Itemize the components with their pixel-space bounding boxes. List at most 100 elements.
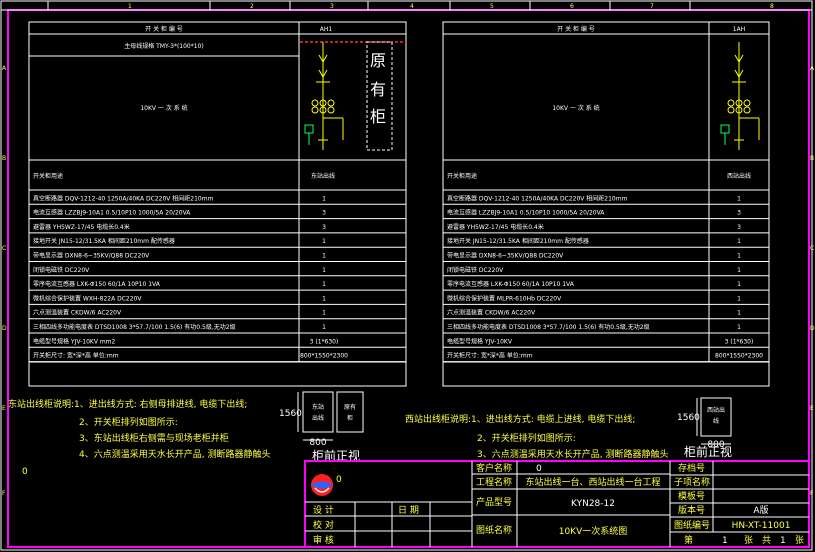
- component-qty: 1: [737, 324, 741, 331]
- component-qty: 1: [322, 195, 326, 202]
- right-usage-value: 西站出线: [727, 172, 751, 180]
- component-qty: 1: [737, 267, 741, 274]
- component-qty: 3 (1*630): [725, 338, 754, 345]
- component-item: 避雷器 YH5WZ-17/45 电缆长0.4米: [447, 223, 544, 231]
- ruler-num-7: 7: [650, 3, 654, 10]
- side-letter-d-right: D: [810, 325, 815, 332]
- drawing-label: 图纸名称: [476, 524, 512, 536]
- east-box1-line1: 东站: [312, 403, 324, 411]
- component-qty: 3: [737, 210, 741, 217]
- east-note-4: 4、六点测温采用天水长开产品, 测断路器静触头: [79, 448, 270, 460]
- side-letter-c: C: [2, 245, 6, 252]
- sheet-label-1: 第: [684, 534, 693, 546]
- west-box1-line2: 线: [713, 417, 719, 425]
- existing-cabinet-char-2: 有: [370, 80, 386, 99]
- customer-value: 0: [536, 464, 542, 474]
- right-system-label: 10KV 一 次 系 统: [552, 104, 599, 112]
- component-item: 带电显示器 DXN8-6~35KV/Q88 DC220V: [33, 252, 150, 260]
- west-notes: 西站出线柜说明:1、进出线方式: 电缆上进线, 电缆下出线; 2、开关柜排列如图…: [405, 413, 668, 460]
- customer-label: 客户名称: [476, 462, 512, 474]
- component-qty: 1: [737, 195, 741, 202]
- component-item: 开关柜尺寸: 宽*深*高 单位:mm: [447, 352, 533, 360]
- east-notes: 东站出线柜说明:1、进出线方式: 右侧母排进线, 电缆下出线; 2、开关柜排列如…: [8, 398, 270, 477]
- archive-label: 存档号: [678, 462, 705, 474]
- check-label: 校 对: [313, 519, 334, 531]
- busbar-spec: 主母线规格 TMY-3*(100*10): [124, 42, 203, 50]
- component-item: 零序电流互感器 LXK-Φ150 60/1A 10P10 1VA: [447, 280, 575, 288]
- component-item: 真空断路器 DQV-1212-40 1250A/40KA DC220V 相间距2…: [33, 194, 214, 202]
- component-qty: 3: [322, 210, 326, 217]
- side-letter-b-right: B: [810, 155, 814, 162]
- east-box2-line1: 原有: [344, 403, 356, 411]
- component-item: 零序电流互感器 LXK-Φ150 60/1A 10P10 1VA: [33, 280, 161, 288]
- component-qty: 1: [737, 281, 741, 288]
- right-cabinet-no: 1AH: [733, 26, 745, 33]
- subitem-label: 子项名称: [674, 476, 710, 488]
- component-qty: 1: [322, 324, 326, 331]
- top-ruler: 1 2 3 4 5 6 7 8: [1, 1, 812, 11]
- product-value: KYN28-12: [571, 499, 615, 509]
- side-letter-d: D: [2, 325, 7, 332]
- east-note-3: 3、东站出线柜右侧需与现场老柜并柜: [79, 432, 229, 444]
- west-layout-sketch: 1560 西站出 线 800 柜前正视: [677, 397, 732, 459]
- component-qty: 1: [322, 253, 326, 260]
- title-block: 0 客户名称 0 工程名称 东站出线一台、西站出线一台工程 产品型号 KYN28…: [304, 460, 810, 548]
- left-usage-label: 开关柜用途: [33, 172, 63, 180]
- ruler-num-6: 6: [570, 3, 574, 10]
- east-box1-line2: 出线: [312, 414, 324, 422]
- component-item: 闭锁电磁铁 DC220V: [447, 266, 504, 274]
- version-value: A版: [753, 504, 768, 516]
- component-qty: 1: [322, 310, 326, 317]
- side-letter-e-right: E: [810, 405, 814, 412]
- east-box2-line2: 柜: [347, 414, 353, 422]
- design-label: 设 计: [313, 504, 334, 516]
- review-label: 审 核: [313, 534, 334, 546]
- logo-text: 0: [336, 475, 342, 485]
- component-qty: 1: [737, 238, 741, 245]
- component-item: 电流互感器 LZZBJ9-10A1 0.5/10P10 1000/5A 20/2…: [33, 209, 191, 217]
- west-box1-line1: 西站出: [707, 406, 725, 414]
- component-item: 电流互感器 LZZBJ9-10A1 0.5/10P10 1000/5A 20/2…: [447, 209, 605, 217]
- east-note-2: 2、开关柜排列如图所示:: [79, 416, 178, 428]
- east-layout-sketch: 1560 东站 出线 原有 柜 800 柜前正视: [279, 391, 364, 463]
- sheet-unit-1: 张: [744, 535, 753, 546]
- component-item: 接地开关 JN15-12/31.5KA 相间距210mm 配传感器: [447, 237, 589, 245]
- ruler-num-2: 2: [250, 3, 254, 10]
- component-qty: 1: [322, 295, 326, 302]
- east-note-1: 东站出线柜说明:1、进出线方式: 右侧母排进线, 电缆下出线;: [8, 398, 247, 410]
- component-qty: 1: [322, 238, 326, 245]
- component-item: 真空断路器 DQV-1212-40 1250A/40KA DC220V 相间距2…: [447, 194, 628, 202]
- ruler-num-4: 4: [410, 3, 414, 10]
- west-depth: 1560: [677, 413, 700, 423]
- right-breaker-symbol: [720, 42, 760, 150]
- component-item: 微机综合保护装置 WXH-822A DC220V: [33, 294, 142, 302]
- component-item: 三相四线多功能电度表 DTSD1008 3*57.7/100 1.5(6) 有功…: [33, 323, 236, 331]
- right-rows: 真空断路器 DQV-1212-40 1250A/40KA DC220V 相间距2…: [443, 194, 769, 363]
- product-label: 产品型号: [476, 496, 512, 508]
- component-qty: 1: [737, 310, 741, 317]
- component-qty: 3: [737, 224, 741, 231]
- sheet-value-2: 1: [780, 536, 786, 546]
- ruler-num-1: 1: [128, 3, 132, 10]
- side-letter-b: B: [2, 155, 6, 162]
- component-qty: 3: [322, 224, 326, 231]
- left-system-label: 10KV 一 次 系 统: [140, 104, 187, 112]
- side-letter-c-right: C: [810, 245, 814, 252]
- left-cabinet-no: AH1: [320, 26, 333, 33]
- left-header-label: 开 关 柜 编 号: [145, 25, 183, 33]
- project-label: 工程名称: [476, 476, 512, 488]
- cad-drawing: 1 2 3 4 5 6 7 8 A B C D E F A B C D E F …: [0, 0, 815, 551]
- existing-cabinet-char-3: 柜: [370, 107, 386, 126]
- east-depth: 1560: [279, 409, 302, 419]
- left-usage-value: 东站出线: [311, 172, 335, 180]
- component-qty: 1: [737, 253, 741, 260]
- side-letter-e: E: [2, 405, 6, 412]
- date-label: 日 期: [398, 505, 419, 516]
- component-qty: 1: [737, 295, 741, 302]
- version-label: 版本号: [678, 504, 705, 516]
- component-qty: 3 (1*630): [310, 338, 339, 345]
- component-qty: 800*1550*2300: [300, 353, 348, 360]
- component-item: 闭锁电磁铁 DC220V: [33, 266, 90, 274]
- ruler-num-8: 8: [770, 3, 774, 10]
- component-qty: 800*1550*2300: [715, 353, 763, 360]
